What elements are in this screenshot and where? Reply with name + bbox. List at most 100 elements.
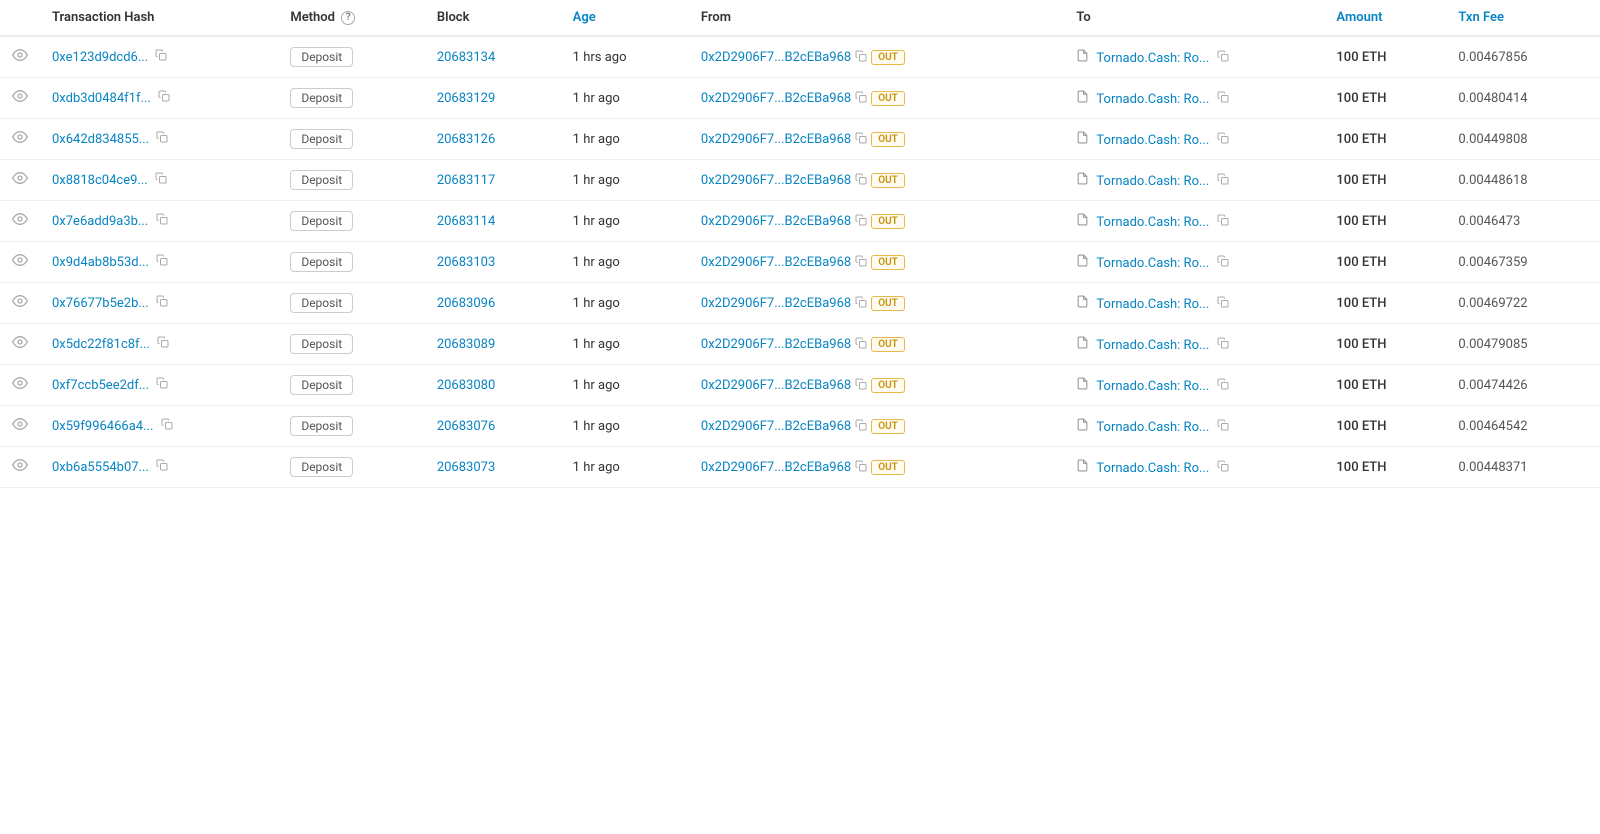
- tx-hash-copy-icon[interactable]: [158, 91, 170, 105]
- from-address-link[interactable]: 0x2D2906F7...B2cEBa968: [701, 91, 851, 106]
- eye-icon[interactable]: [12, 92, 28, 108]
- from-copy-icon[interactable]: [855, 132, 867, 147]
- tx-hash-link[interactable]: 0x59f996466a4...: [52, 419, 153, 434]
- eye-icon[interactable]: [12, 133, 28, 149]
- from-copy-icon[interactable]: [855, 214, 867, 229]
- from-copy-icon[interactable]: [855, 460, 867, 475]
- eye-icon[interactable]: [12, 256, 28, 272]
- from-address-link[interactable]: 0x2D2906F7...B2cEBa968: [701, 378, 851, 393]
- from-address-link[interactable]: 0x2D2906F7...B2cEBa968: [701, 173, 851, 188]
- to-copy-icon[interactable]: [1217, 133, 1229, 147]
- to-copy-icon[interactable]: [1217, 256, 1229, 270]
- from-address-link[interactable]: 0x2D2906F7...B2cEBa968: [701, 214, 851, 229]
- tx-hash-link[interactable]: 0x9d4ab8b53d...: [52, 255, 149, 270]
- to-cell: Tornado.Cash: Ro...: [1064, 160, 1324, 201]
- tx-hash-cell: 0x5dc22f81c8f...: [40, 324, 278, 365]
- to-address-link[interactable]: Tornado.Cash: Ro...: [1096, 256, 1209, 271]
- to-address-link[interactable]: Tornado.Cash: Ro...: [1096, 92, 1209, 107]
- to-doc-icon: [1076, 256, 1092, 270]
- age-cell: 1 hr ago: [561, 447, 689, 488]
- tx-hash-link[interactable]: 0x76677b5e2b...: [52, 296, 149, 311]
- eye-icon[interactable]: [12, 215, 28, 231]
- to-copy-icon[interactable]: [1217, 297, 1229, 311]
- tx-hash-cell: 0x9d4ab8b53d...: [40, 242, 278, 283]
- from-copy-icon[interactable]: [855, 50, 867, 65]
- to-address-link[interactable]: Tornado.Cash: Ro...: [1096, 174, 1209, 189]
- from-copy-icon[interactable]: [855, 255, 867, 270]
- from-copy-icon[interactable]: [855, 91, 867, 106]
- eye-icon[interactable]: [12, 51, 28, 67]
- from-address-link[interactable]: 0x2D2906F7...B2cEBa968: [701, 50, 851, 65]
- tx-hash-copy-icon[interactable]: [156, 296, 168, 310]
- eye-icon[interactable]: [12, 420, 28, 436]
- block-link[interactable]: 20683117: [437, 173, 495, 188]
- block-link[interactable]: 20683076: [437, 419, 495, 434]
- tx-hash-link[interactable]: 0x8818c04ce9...: [52, 173, 148, 188]
- block-link[interactable]: 20683134: [437, 50, 495, 65]
- from-address-link[interactable]: 0x2D2906F7...B2cEBa968: [701, 296, 851, 311]
- block-link[interactable]: 20683126: [437, 132, 495, 147]
- tx-hash-link[interactable]: 0x5dc22f81c8f...: [52, 337, 150, 352]
- eye-icon[interactable]: [12, 338, 28, 354]
- tx-hash-link[interactable]: 0xe123d9dcd6...: [52, 50, 148, 65]
- method-cell: Deposit: [278, 160, 425, 201]
- from-copy-icon[interactable]: [855, 419, 867, 434]
- method-help-icon[interactable]: ?: [341, 11, 355, 25]
- to-address-link[interactable]: Tornado.Cash: Ro...: [1096, 133, 1209, 148]
- to-address-link[interactable]: Tornado.Cash: Ro...: [1096, 297, 1209, 312]
- tx-hash-copy-icon[interactable]: [156, 255, 168, 269]
- to-address-link[interactable]: Tornado.Cash: Ro...: [1096, 420, 1209, 435]
- to-copy-icon[interactable]: [1217, 338, 1229, 352]
- from-address-link[interactable]: 0x2D2906F7...B2cEBa968: [701, 255, 851, 270]
- eye-icon[interactable]: [12, 461, 28, 477]
- to-copy-icon[interactable]: [1217, 215, 1229, 229]
- to-copy-icon[interactable]: [1217, 51, 1229, 65]
- tx-hash-link[interactable]: 0xf7ccb5ee2df...: [52, 378, 149, 393]
- age-value: 1 hr ago: [573, 419, 620, 434]
- to-address-link[interactable]: Tornado.Cash: Ro...: [1096, 379, 1209, 394]
- to-address-link[interactable]: Tornado.Cash: Ro...: [1096, 338, 1209, 353]
- from-address-link[interactable]: 0x2D2906F7...B2cEBa968: [701, 132, 851, 147]
- tx-hash-link[interactable]: 0x7e6add9a3b...: [52, 214, 148, 229]
- eye-icon[interactable]: [12, 379, 28, 395]
- from-copy-icon[interactable]: [855, 296, 867, 311]
- tx-hash-copy-icon[interactable]: [157, 337, 169, 351]
- to-address-link[interactable]: Tornado.Cash: Ro...: [1096, 51, 1209, 66]
- age-value: 1 hr ago: [573, 460, 620, 475]
- eye-icon[interactable]: [12, 174, 28, 190]
- to-copy-icon[interactable]: [1217, 379, 1229, 393]
- tx-hash-link[interactable]: 0x642d834855...: [52, 132, 149, 147]
- tx-hash-copy-icon[interactable]: [155, 173, 167, 187]
- tx-hash-copy-icon[interactable]: [156, 378, 168, 392]
- tx-hash-link[interactable]: 0xb6a5554b07...: [52, 460, 149, 475]
- tx-hash-copy-icon[interactable]: [156, 214, 168, 228]
- from-cell: 0x2D2906F7...B2cEBa968 OUT: [689, 324, 1065, 365]
- block-link[interactable]: 20683080: [437, 378, 495, 393]
- block-link[interactable]: 20683096: [437, 296, 495, 311]
- from-address-link[interactable]: 0x2D2906F7...B2cEBa968: [701, 460, 851, 475]
- block-link[interactable]: 20683103: [437, 255, 495, 270]
- block-link[interactable]: 20683073: [437, 460, 495, 475]
- to-address-link[interactable]: Tornado.Cash: Ro...: [1096, 461, 1209, 476]
- from-address-link[interactable]: 0x2D2906F7...B2cEBa968: [701, 337, 851, 352]
- to-copy-icon[interactable]: [1217, 461, 1229, 475]
- from-copy-icon[interactable]: [855, 337, 867, 352]
- to-copy-icon[interactable]: [1217, 92, 1229, 106]
- method-cell: Deposit: [278, 283, 425, 324]
- block-link[interactable]: 20683089: [437, 337, 495, 352]
- to-copy-icon[interactable]: [1217, 174, 1229, 188]
- block-link[interactable]: 20683114: [437, 214, 495, 229]
- from-address-link[interactable]: 0x2D2906F7...B2cEBa968: [701, 419, 851, 434]
- view-icon-cell: [0, 119, 40, 160]
- tx-hash-link[interactable]: 0xdb3d0484f1f...: [52, 91, 151, 106]
- from-copy-icon[interactable]: [855, 378, 867, 393]
- from-copy-icon[interactable]: [855, 173, 867, 188]
- tx-hash-copy-icon[interactable]: [156, 460, 168, 474]
- to-copy-icon[interactable]: [1217, 420, 1229, 434]
- tx-hash-copy-icon[interactable]: [155, 50, 167, 64]
- block-link[interactable]: 20683129: [437, 91, 495, 106]
- eye-icon[interactable]: [12, 297, 28, 313]
- tx-hash-copy-icon[interactable]: [156, 132, 168, 146]
- to-address-link[interactable]: Tornado.Cash: Ro...: [1096, 215, 1209, 230]
- tx-hash-copy-icon[interactable]: [161, 419, 173, 433]
